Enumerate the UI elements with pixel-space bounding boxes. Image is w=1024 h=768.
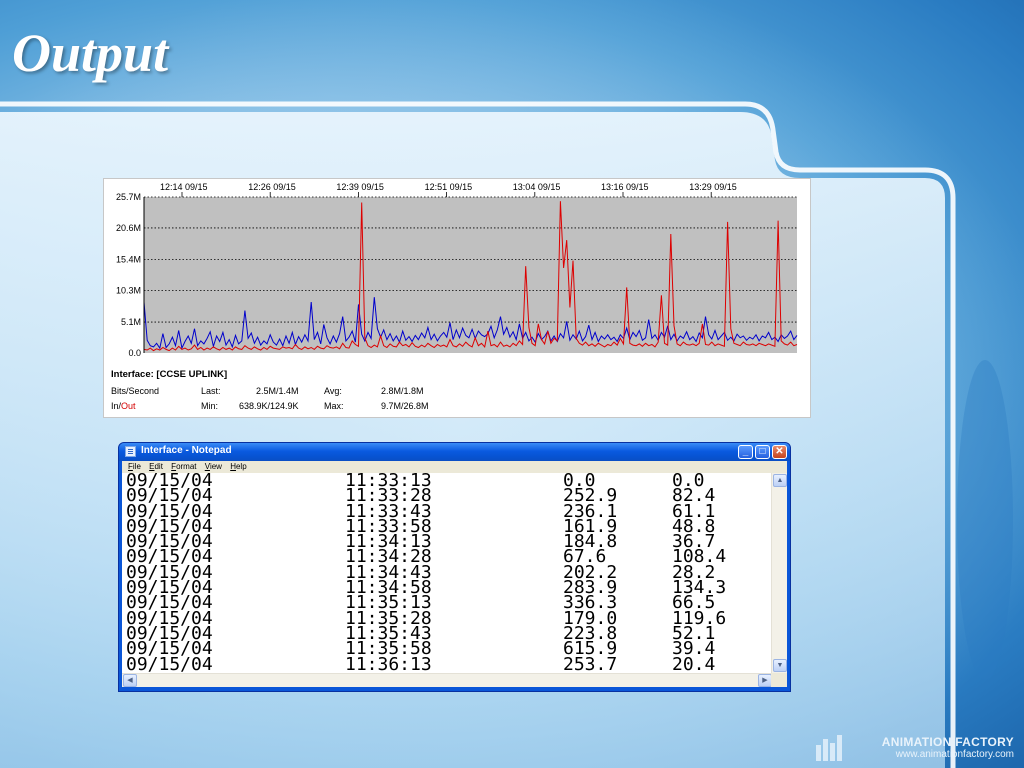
y-tick-label: 5.1M [121,317,141,327]
max-value: 9.7M/26.8M [381,401,429,411]
min-label: Min: [201,401,219,411]
x-tick-label: 12:14 09/15 [160,182,208,192]
row-in-value: 253.7 [563,653,618,675]
y-tick-label: 25.7M [116,192,141,202]
vertical-scrollbar[interactable]: ▲ ▼ [771,473,787,673]
menu-view[interactable]: View [205,461,222,473]
x-tick-label: 12:51 09/15 [425,182,473,192]
y-tick-label: 15.4M [116,255,141,265]
brand-url: www.animationfactory.com [895,749,1014,760]
notepad-text-area[interactable]: 09/15/04 11:33:13 0.0 0.0 09/15/04 11:33:28 25… [122,473,787,687]
scroll-up-button[interactable]: ▲ [773,474,787,487]
animation-factory-logo-icon [816,735,842,761]
menu-format[interactable]: Format [171,461,196,473]
brand-name: ANIMATION FACTORY [881,735,1014,749]
brand: ANIMATION FACTORY www.animationfactory.c… [882,735,1014,760]
row-out-value: 20.4 [672,653,716,675]
row-date: 09/15/04 [126,653,213,675]
scroll-left-button[interactable]: ◀ [123,674,137,687]
y-tick-label: 20.6M [116,223,141,233]
menu-help[interactable]: Help [230,461,246,473]
traffic-chart-panel: 12:14 09/15 12:26 09/15 12:39 09/15 12:51 0… [103,178,811,418]
notepad-window: Interface - Notepad _ □ ✕ File Edit Form… [118,442,791,692]
notepad-menubar: File Edit Format View Help [122,461,787,473]
minimize-button[interactable]: _ [738,445,753,459]
in-out-label: In/Out [111,401,136,411]
bits-per-second-label: Bits/Second [111,386,160,396]
notepad-titlebar[interactable]: Interface - Notepad _ □ ✕ [119,443,790,461]
x-tick-label: 12:26 09/15 [248,182,296,192]
out-legend: Out [121,401,136,411]
traffic-chart: 12:14 09/15 12:26 09/15 12:39 09/15 12:51 0… [116,182,798,358]
max-label: Max: [324,401,344,411]
menu-edit[interactable]: Edit [149,461,163,473]
last-value: 2.5M/1.4M [256,386,299,396]
interface-label: Interface: [CCSE UPLINK] [111,369,228,380]
plot-area [144,197,797,353]
close-button[interactable]: ✕ [772,445,787,459]
row-time: 11:36:13 [345,653,432,675]
menu-file[interactable]: File [128,461,141,473]
x-tick-label: 13:16 09/15 [601,182,649,192]
min-value: 638.9K/124.9K [239,401,299,411]
avg-label: Avg: [324,386,342,396]
last-label: Last: [201,386,221,396]
scrollbar-corner [771,673,787,687]
notepad-title: Interface - Notepad [141,445,232,456]
notepad-line: 09/15/04 11:36:13 253.7 20.4 [126,653,776,675]
in-legend: In/ [111,401,122,411]
y-tick-label: 10.3M [116,285,141,295]
notepad-text[interactable]: 09/15/04 11:33:13 0.0 0.0 09/15/04 11:33:28 25… [126,473,776,675]
x-tick-label: 12:39 09/15 [336,182,384,192]
slide-title: Output [12,23,169,83]
avg-value: 2.8M/1.8M [381,386,424,396]
horizontal-scrollbar[interactable]: ◀ ▶ [122,673,773,687]
maximize-button[interactable]: □ [755,445,770,459]
y-tick-label: 0.0 [128,348,141,358]
x-tick-label: 13:29 09/15 [689,182,737,192]
x-tick-label: 13:04 09/15 [513,182,561,192]
scroll-down-button[interactable]: ▼ [773,659,787,672]
scroll-right-button[interactable]: ▶ [758,674,772,687]
notepad-app-icon[interactable] [125,446,136,457]
